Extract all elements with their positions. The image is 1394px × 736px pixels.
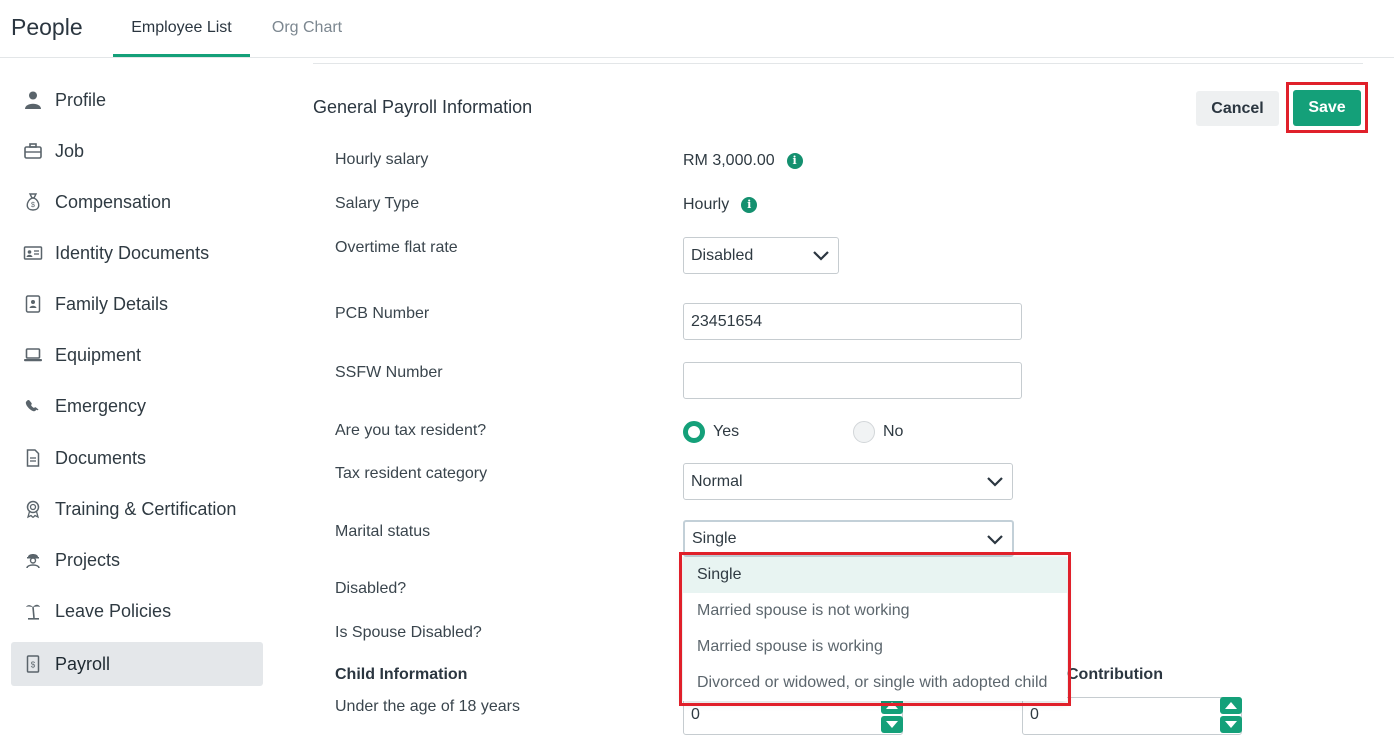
pcb-number-input[interactable]: 23451654	[683, 303, 1022, 340]
sidebar-item-label: Job	[55, 140, 85, 161]
sidebar-item-leave-policies[interactable]: Leave Policies	[11, 589, 263, 633]
sidebar-item-family-details[interactable]: Family Details	[11, 282, 263, 326]
tab-org-chart[interactable]: Org Chart	[258, 19, 356, 57]
cancel-button[interactable]: Cancel	[1196, 91, 1279, 126]
sidebar-item-label: Identity Documents	[55, 242, 210, 263]
dropdown-option-married-working[interactable]: Married spouse is working	[683, 629, 1067, 665]
briefcase-icon	[11, 141, 55, 161]
chevron-down-icon	[813, 251, 829, 261]
payroll-icon: $	[11, 654, 55, 674]
marital-status-label: Marital status	[335, 523, 431, 540]
sidebar-item-label: Compensation	[55, 191, 172, 212]
save-button[interactable]: Save	[1293, 90, 1361, 126]
tax-category-label: Tax resident category	[335, 465, 488, 482]
caret-up-icon	[1225, 702, 1237, 709]
ssfw-number-input[interactable]	[683, 362, 1022, 399]
under-18-label: Under the age of 18 years	[335, 698, 521, 715]
hourly-salary-value-row: RM 3,000.00 i	[683, 152, 803, 170]
sidebar-item-compensation[interactable]: $ Compensation	[11, 180, 263, 224]
sidebar-item-profile[interactable]: Profile	[11, 78, 263, 122]
dropdown-option-divorced-widowed[interactable]: Divorced or widowed, or single with adop…	[683, 665, 1067, 701]
stepper-increment-button[interactable]	[1220, 697, 1242, 714]
marital-status-dropdown: Single Married spouse is not working Mar…	[683, 557, 1067, 701]
chevron-down-icon	[987, 477, 1003, 487]
sidebar-item-label: Emergency	[55, 395, 147, 416]
sidebar-item-label: Documents	[55, 447, 147, 468]
worker-icon	[11, 550, 55, 570]
stepper-decrement-button[interactable]	[1220, 716, 1242, 733]
radio-label: No	[883, 423, 904, 440]
stepper-decrement-button[interactable]	[881, 716, 903, 733]
hourly-salary-value: RM 3,000.00	[683, 152, 775, 169]
ssfw-number-label: SSFW Number	[335, 364, 443, 381]
person-icon	[11, 90, 55, 110]
contact-book-icon	[11, 294, 55, 314]
radio-unselected-indicator	[853, 421, 875, 443]
app-title: People	[11, 14, 83, 40]
phone-icon	[11, 396, 55, 416]
dropdown-option-single[interactable]: Single	[683, 557, 1067, 593]
tax-category-select-value: Normal	[691, 472, 743, 490]
sidebar-item-label: Payroll	[55, 653, 111, 674]
sidebar-item-projects[interactable]: Projects	[11, 538, 263, 582]
contribution-stepper-input[interactable]: 0	[1022, 697, 1242, 735]
marital-status-select[interactable]: Single	[683, 520, 1014, 557]
info-icon[interactable]: i	[741, 197, 758, 213]
sidebar-item-label: Projects	[55, 549, 121, 570]
laptop-icon	[11, 345, 55, 365]
money-bag-icon: $	[11, 192, 55, 212]
id-card-icon	[11, 243, 55, 263]
document-icon	[11, 448, 55, 468]
marital-status-select-value: Single	[692, 529, 737, 547]
tax-resident-label: Are you tax resident?	[335, 422, 487, 439]
contribution-heading: Contribution	[1067, 666, 1163, 683]
overtime-select-value: Disabled	[691, 246, 754, 264]
radio-label: Yes	[713, 423, 740, 440]
section-title: General Payroll Information	[313, 97, 533, 117]
salary-type-label: Salary Type	[335, 195, 420, 212]
palm-tree-icon	[11, 601, 55, 621]
sidebar-item-label: Equipment	[55, 344, 142, 365]
child-information-heading: Child Information	[335, 666, 468, 683]
sidebar-item-equipment[interactable]: Equipment	[11, 333, 263, 377]
sidebar-item-label: Profile	[55, 89, 107, 110]
tab-employee-list[interactable]: Employee List	[113, 19, 250, 57]
svg-text:$: $	[31, 661, 36, 670]
under-18-stepper-input[interactable]: 0	[683, 697, 903, 735]
tax-resident-no-radio[interactable]: No	[853, 421, 903, 443]
hourly-salary-label: Hourly salary	[335, 151, 429, 168]
tax-category-select[interactable]: Normal	[683, 463, 1013, 500]
pcb-number-label: PCB Number	[335, 305, 430, 322]
sidebar-item-payroll[interactable]: $ Payroll	[11, 642, 263, 686]
tax-resident-yes-radio[interactable]: Yes	[683, 421, 739, 443]
info-icon[interactable]: i	[786, 153, 803, 169]
overtime-select[interactable]: Disabled	[683, 237, 839, 274]
top-bar: People Employee List Org Chart	[0, 0, 1394, 58]
radio-selected-indicator	[683, 421, 705, 443]
dropdown-option-married-not-working[interactable]: Married spouse is not working	[683, 593, 1067, 629]
overtime-label: Overtime flat rate	[335, 239, 458, 256]
sidebar-item-emergency[interactable]: Emergency	[11, 384, 263, 428]
sidebar-item-label: Leave Policies	[55, 600, 172, 621]
disabled-label: Disabled?	[335, 580, 407, 597]
svg-text:$: $	[31, 202, 35, 209]
caret-down-icon	[886, 721, 898, 728]
section-divider	[313, 63, 1363, 64]
sidebar-item-label: Training & Certification	[55, 498, 237, 519]
sidebar-item-job[interactable]: Job	[11, 129, 263, 173]
sidebar-item-label: Family Details	[55, 293, 169, 314]
sidebar-item-documents[interactable]: Documents	[11, 436, 263, 480]
sidebar-item-identity-documents[interactable]: Identity Documents	[11, 231, 263, 275]
sidebar-item-training-certification[interactable]: Training & Certification	[11, 487, 263, 531]
spouse-disabled-label: Is Spouse Disabled?	[335, 624, 482, 641]
salary-type-value: Hourly	[683, 196, 730, 213]
award-icon	[11, 499, 55, 519]
caret-down-icon	[1225, 721, 1237, 728]
chevron-down-icon	[987, 535, 1003, 545]
salary-type-value-row: Hourly i	[683, 196, 758, 214]
